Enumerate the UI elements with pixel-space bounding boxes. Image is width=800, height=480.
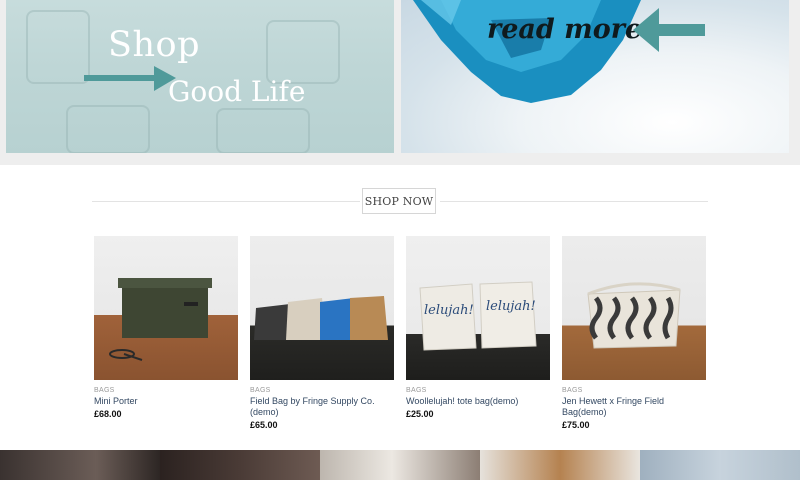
- banner-background-shape: [66, 105, 150, 153]
- shop-now-heading[interactable]: SHOP NOW: [362, 188, 436, 214]
- product-name-link[interactable]: Woollelujah! tote bag(demo): [406, 396, 550, 407]
- product-name-link[interactable]: Jen Hewett x Fringe Field Bag(demo): [562, 396, 706, 418]
- product-name-link[interactable]: Field Bag by Fringe Supply Co.(demo): [250, 396, 394, 418]
- arrow-right-icon: [84, 66, 176, 91]
- product-category: BAGS: [94, 387, 115, 394]
- product-name-link[interactable]: Mini Porter: [94, 396, 238, 407]
- product-card[interactable]: BAGS Jen Hewett x Fringe Field Bag(demo)…: [562, 236, 706, 430]
- patterned-bag-image: [587, 282, 681, 349]
- product-category: BAGS: [250, 387, 271, 394]
- product-category: BAGS: [562, 387, 583, 394]
- arrow-left-icon: [633, 8, 705, 52]
- banner-background-shape: [26, 10, 90, 84]
- banner-read-more-text: read more: [487, 14, 643, 45]
- gallery-photo[interactable]: [640, 450, 800, 480]
- section-divider-line: [92, 201, 360, 202]
- product-price: £25.00: [406, 409, 434, 419]
- read-more-banner[interactable]: read more: [401, 0, 789, 153]
- gallery-photo[interactable]: [320, 450, 480, 480]
- gallery-photo[interactable]: [160, 450, 320, 480]
- section-divider-line: [440, 201, 708, 202]
- bottom-photo-strip: [0, 450, 800, 480]
- product-card[interactable]: BAGS Mini Porter £68.00: [94, 236, 238, 419]
- product-card[interactable]: BAGS Field Bag by Fringe Supply Co.(demo…: [250, 236, 394, 430]
- banner-shop-text: Shop: [108, 25, 200, 65]
- product-price: £75.00: [562, 420, 590, 430]
- shop-good-life-banner[interactable]: Shop Good Life: [6, 0, 394, 153]
- product-image[interactable]: [562, 236, 706, 380]
- svg-text:lelujah!: lelujah!: [486, 299, 536, 314]
- product-price: £68.00: [94, 409, 122, 419]
- banner-good-life-text: Good Life: [168, 75, 306, 108]
- olive-bag-image: [109, 278, 212, 361]
- product-category: BAGS: [406, 387, 427, 394]
- product-price: £65.00: [250, 420, 278, 430]
- product-card[interactable]: lelujah! lelujah! BAGS Woollelujah! tote…: [406, 236, 550, 419]
- product-image[interactable]: [94, 236, 238, 380]
- gallery-photo[interactable]: [480, 450, 640, 480]
- tote-bags-image: lelujah! lelujah!: [419, 281, 537, 351]
- product-image[interactable]: [250, 236, 394, 380]
- gallery-photo[interactable]: [0, 450, 160, 480]
- svg-text:lelujah!: lelujah!: [424, 303, 474, 318]
- product-image[interactable]: lelujah! lelujah!: [406, 236, 550, 380]
- field-bags-image: [254, 296, 388, 340]
- banner-background-shape: [216, 108, 310, 153]
